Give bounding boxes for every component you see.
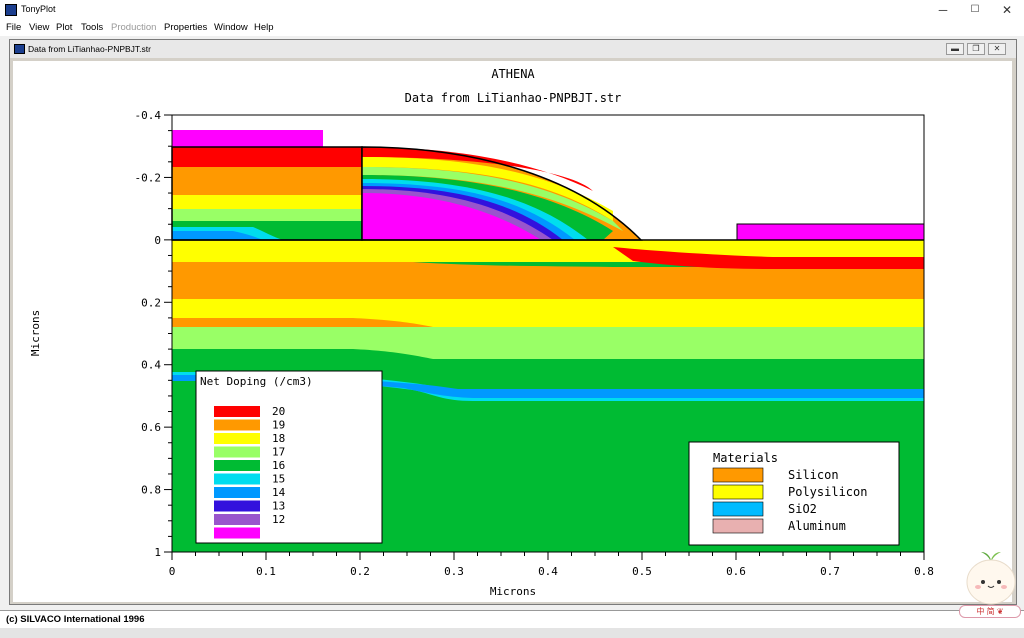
x-tick-label: 0.1 [256,565,276,578]
material-swatch [712,501,764,517]
x-tick-label: 0.8 [914,565,934,578]
doping-plot[interactable]: ATHENA Data from LiTianhao-PNPBJT.str -0… [13,61,1012,602]
menu-file[interactable]: File [6,22,21,33]
material-swatch [712,484,764,500]
plot-subtitle: Data from LiTianhao-PNPBJT.str [405,91,622,105]
oxide-band-17 [172,209,362,221]
x-tick-label: 0.2 [350,565,370,578]
doping-swatch [214,473,260,485]
subwindow-icon [14,44,25,54]
materials-legend-title: Materials [713,451,778,465]
taskbar-strip [0,628,1024,638]
ime-status-bar[interactable]: 中 简 ❦ [959,605,1021,618]
subwindow-restore-button[interactable]: ❐ [967,43,985,55]
doping-level-label: 19 [272,419,285,432]
doping-swatch [214,433,260,444]
doping-swatch [214,514,260,525]
doping-swatch [214,419,260,431]
y-tick-label: 0.2 [141,296,161,309]
doping-legend: Net Doping (/cm3) 201918171615141312 [195,370,383,544]
menu-properties[interactable]: Properties [164,22,207,33]
y-tick-label: 1 [154,546,161,559]
y-axis: -0.4 -0.2 0 0.2 0.4 0.6 0.8 1 [135,109,172,559]
doping-swatch [214,487,260,498]
doping-swatch [214,406,260,417]
x-tick-label: 0.3 [444,565,464,578]
menu-production[interactable]: Production [111,22,156,33]
subwindow-title-bar: Data from LiTianhao-PNPBJT.str ▬ ❐ ✕ [10,40,1016,58]
y-tick-label: 0.4 [141,359,161,372]
y-tick-label: 0.8 [141,484,161,497]
x-tick-label: 0.7 [820,565,840,578]
material-swatch [712,518,764,534]
y-tick-label: -0.4 [135,109,162,122]
material-label: Silicon [788,468,839,482]
menu-plot[interactable]: Plot [56,22,72,33]
x-tick-label: 0.5 [632,565,652,578]
status-text: (c) SILVACO International 1996 [6,614,145,625]
tonyplot-app-icon [5,4,17,16]
doping-swatch [214,460,260,471]
aluminum-contact-right [736,223,925,241]
menu-window[interactable]: Window [214,22,248,33]
minimize-button[interactable]: ─ [926,1,960,19]
close-button[interactable]: ✕ [990,1,1024,19]
plot-canvas: ATHENA Data from LiTianhao-PNPBJT.str -0… [13,61,1012,602]
menu-view[interactable]: View [29,22,49,33]
doping-level-label: 17 [272,446,285,459]
oxide-band-19 [172,167,362,195]
menu-tools[interactable]: Tools [81,22,103,33]
subwindow-minimize-button[interactable]: ▬ [946,43,964,55]
doping-level-label: 16 [272,459,285,472]
x-axis: 0 0.1 0.2 0.3 0.4 0.5 0.6 0.7 0.8 [169,552,934,578]
material-label: Aluminum [788,519,846,533]
doping-swatch [214,527,260,539]
aluminum-contact-left [172,130,323,147]
material-label: SiO2 [788,502,817,516]
doping-level-label: 14 [272,486,286,499]
doping-swatch [214,500,260,512]
material-swatch [712,467,764,483]
plot-title: ATHENA [491,67,535,81]
y-tick-label: 0.6 [141,421,161,434]
oxide-band-18 [172,195,362,209]
doping-level-label: 20 [272,405,285,418]
plot-subwindow: Data from LiTianhao-PNPBJT.str ▬ ❐ ✕ ATH… [9,39,1017,605]
y-tick-label: -0.2 [135,171,162,184]
doping-legend-title: Net Doping (/cm3) [200,375,313,388]
maximize-button[interactable]: ☐ [958,1,992,19]
menu-help[interactable]: Help [254,22,274,33]
app-title-bar: TonyPlot ─ ☐ ✕ [0,0,1024,20]
doping-level-label: 13 [272,500,285,513]
y-axis-label: Microns [29,310,42,356]
y-tick-label: 0 [154,234,161,247]
status-bar: (c) SILVACO International 1996 [0,610,1024,628]
x-tick-label: 0.4 [538,565,558,578]
app-title: TonyPlot [21,4,56,14]
x-axis-label: Microns [490,585,536,598]
doping-level-label: 12 [272,513,285,526]
material-label: Polysilicon [788,485,867,499]
menu-bar: File View Plot Tools Production Properti… [0,20,1024,36]
oxide-band-20 [172,147,362,167]
subwindow-close-button[interactable]: ✕ [988,43,1006,55]
x-tick-label: 0 [169,565,176,578]
doping-level-label: 15 [272,473,285,486]
doping-swatch [214,446,260,458]
subwindow-title: Data from LiTianhao-PNPBJT.str [28,44,151,54]
x-tick-label: 0.6 [726,565,746,578]
materials-legend: Materials Silicon Polysilicon SiO2 Aluminum [688,441,900,546]
doping-level-label: 18 [272,432,285,445]
ime-mascot-icon[interactable] [963,548,1019,612]
